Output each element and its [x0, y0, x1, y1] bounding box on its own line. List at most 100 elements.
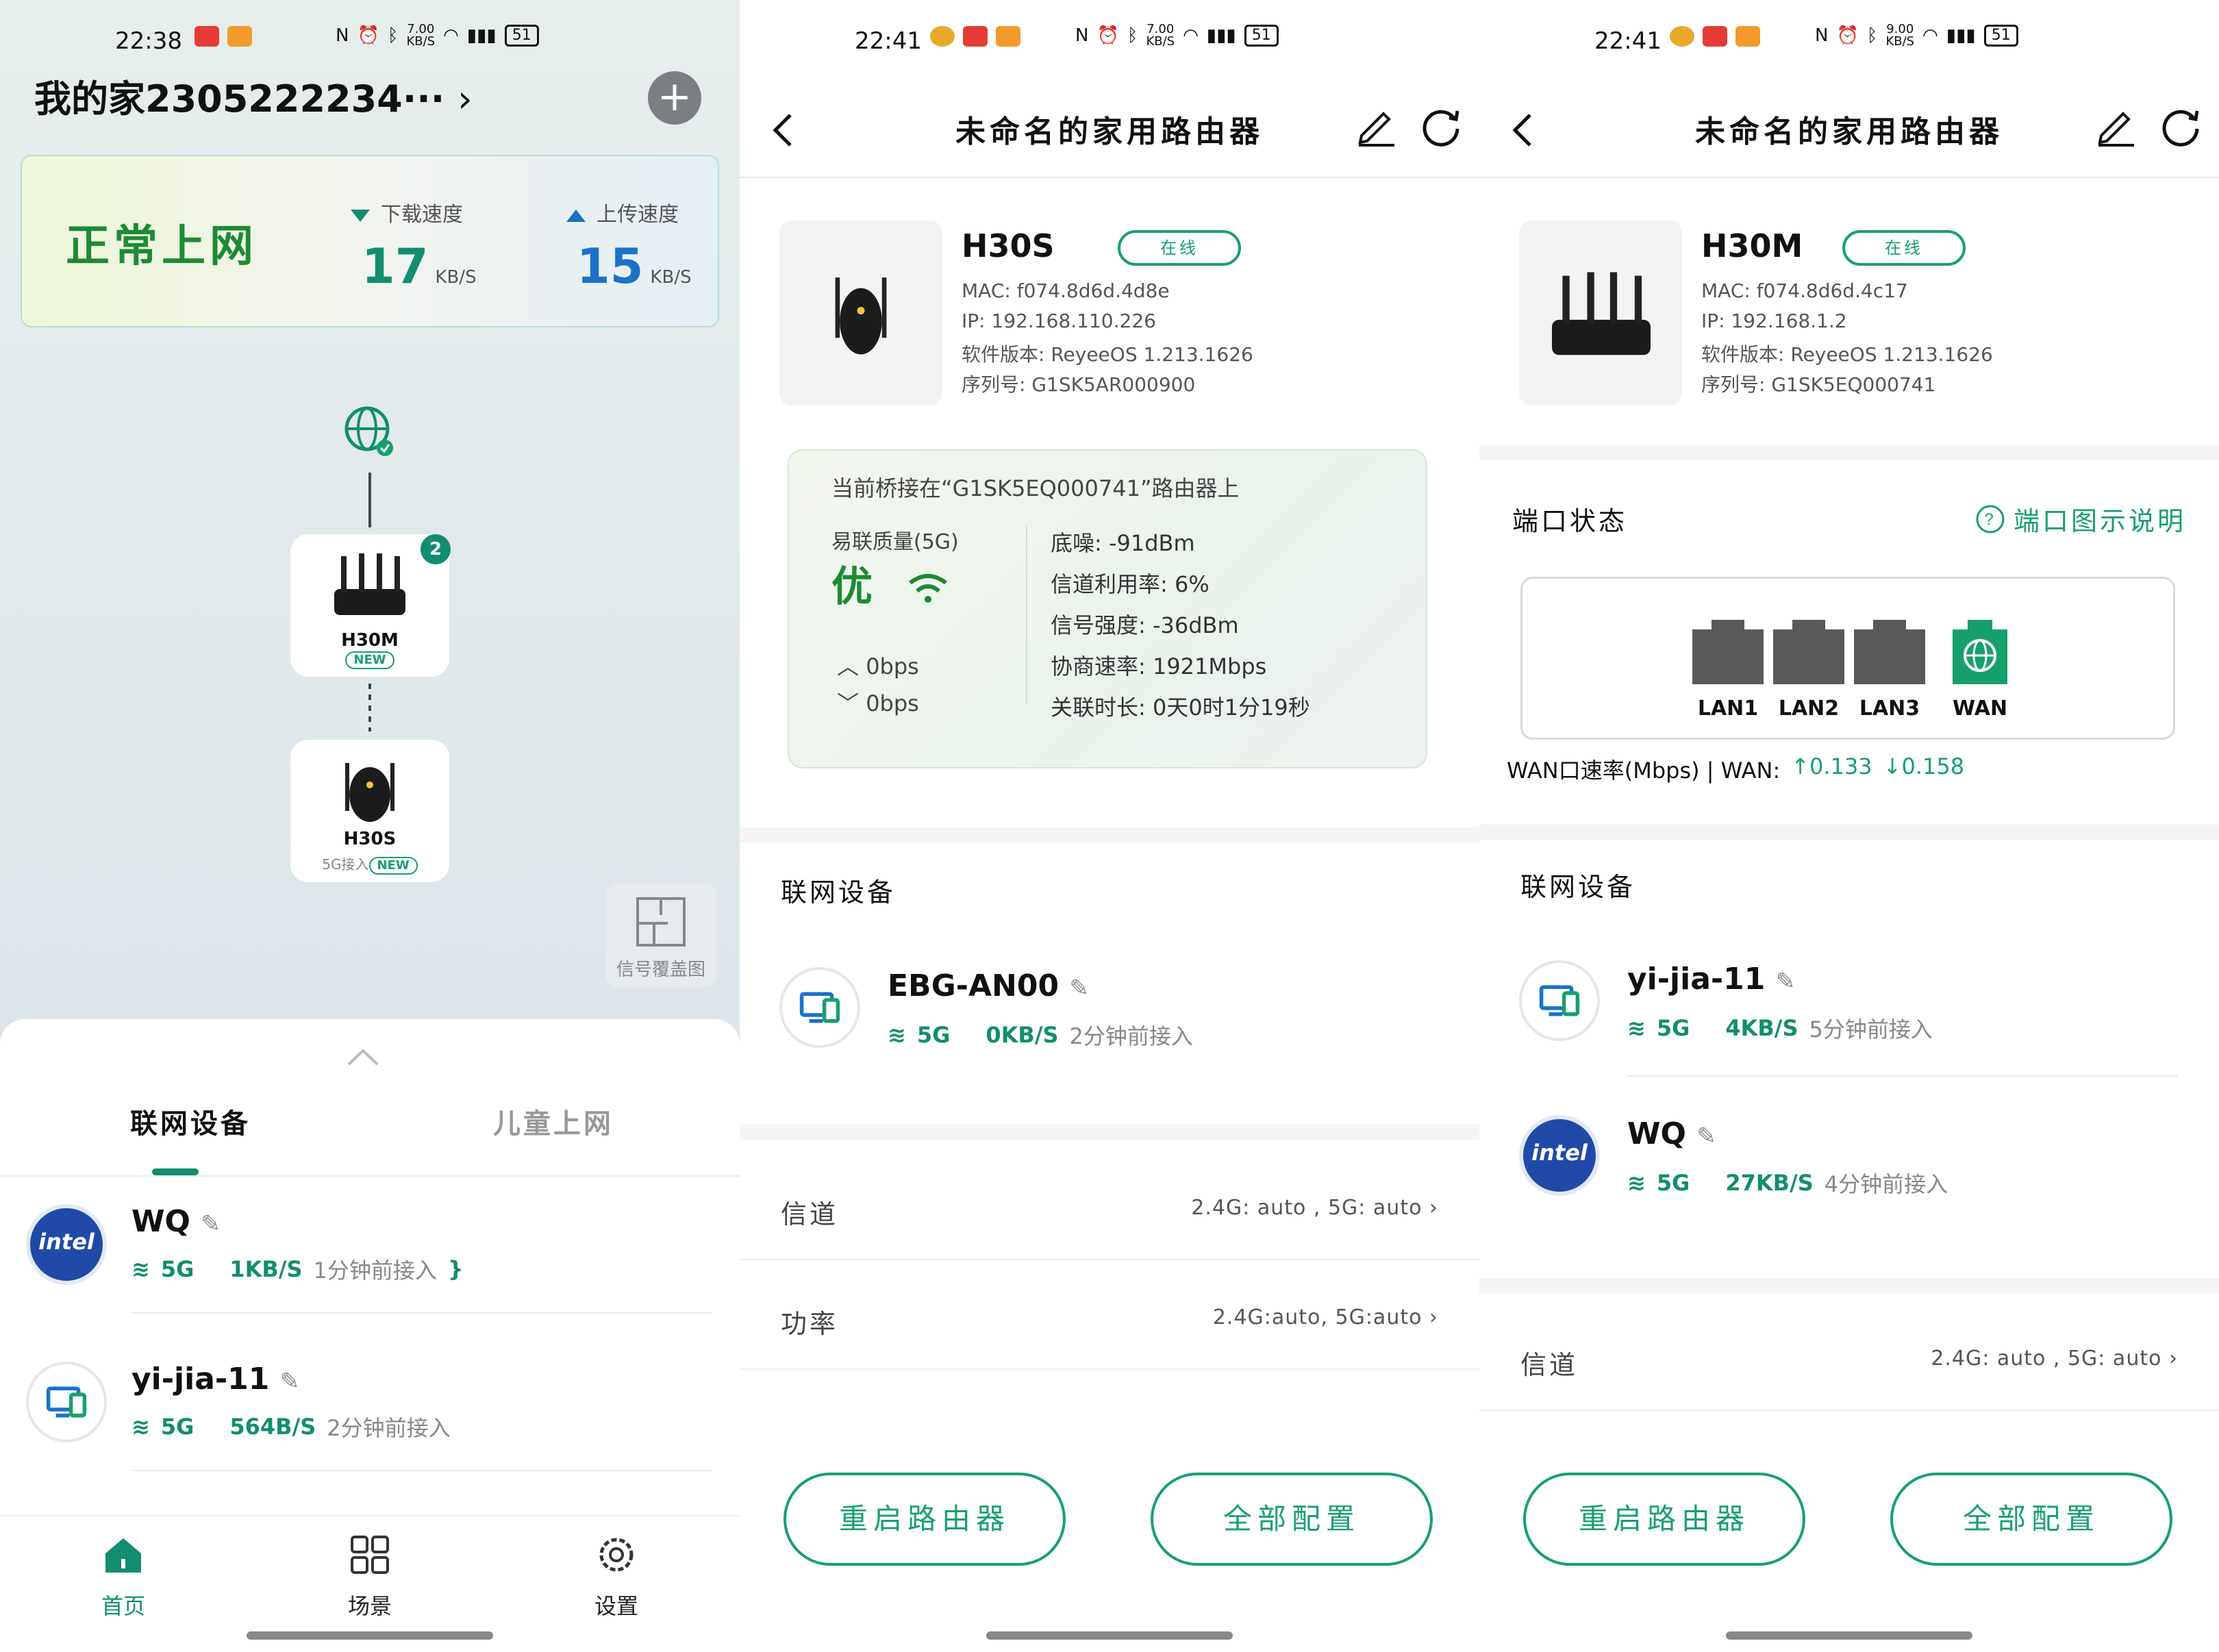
news-app-icon — [195, 26, 219, 47]
chevron-up-icon[interactable] — [346, 1047, 380, 1067]
device-item-wq[interactable]: intel WQ ✎ ≋ 5G 1KB/S 1分钟前接入 } — [0, 1182, 740, 1333]
downlink-rate-value: 0bps — [866, 690, 919, 716]
edit-pencil-icon[interactable]: ✎ — [1696, 1123, 1716, 1150]
pc-avatar — [779, 967, 860, 1048]
wan-port-globe-icon — [1953, 620, 2007, 684]
tab-connected-devices[interactable]: 联网设备 — [130, 1101, 251, 1141]
edit-pencil-icon[interactable]: ✎ — [1776, 968, 1796, 995]
ethernet-port-icon — [1773, 620, 1844, 684]
full-config-button[interactable]: 全部配置 — [1151, 1473, 1433, 1566]
power-row[interactable]: 功率 2.4G:auto, 5G:auto › — [740, 1267, 1479, 1370]
port-lan1[interactable]: LAN1 — [1692, 620, 1764, 721]
status-bar: 22:38 N ⏰ ᛒ 7.00 KB/S ◠ ▮▮▮ 51 — [0, 21, 740, 68]
refresh-icon[interactable] — [1419, 104, 1463, 148]
device-item-yijia[interactable]: yi-jia-11 ✎ ≋ 5G 4KB/S 5分钟前接入 — [1479, 941, 2219, 1092]
device-item-wq[interactable]: intel WQ ✎ ≋ 5G 27KB/S 4分钟前接入 — [1479, 1096, 2219, 1247]
device-model: H30M — [1701, 227, 1803, 264]
wifi-icon: ≋ — [131, 1256, 150, 1282]
device-item-yijia[interactable]: yi-jia-11 ✎ ≋ 5G 564B/S 2分钟前接入 — [0, 1340, 740, 1490]
port-label: LAN3 — [1859, 697, 1920, 721]
router-image — [1519, 221, 1682, 405]
nav-home[interactable]: 首页 — [62, 1533, 185, 1620]
refresh-icon[interactable] — [2159, 104, 2203, 148]
divider — [131, 1470, 712, 1471]
port-help-link[interactable]: ? 端口图示说明 — [1975, 500, 2186, 538]
reboot-router-button[interactable]: 重启路由器 — [783, 1473, 1066, 1566]
device-meta: ≋ 5G 4KB/S 5分钟前接入 — [1627, 1012, 1933, 1044]
node-sub: NEW — [290, 651, 449, 669]
signal-icon: ▮▮▮ — [466, 25, 497, 46]
nav-scene-label: 场景 — [347, 1593, 392, 1619]
edit-pencil-icon[interactable] — [2094, 104, 2138, 148]
news-app-icon — [1703, 26, 1727, 47]
signal-strength: 信号强度: -36dBm — [1051, 612, 1239, 638]
pc-icon — [799, 992, 840, 1023]
home-title[interactable]: 我的家2305222234··· › — [34, 68, 473, 123]
app-header: 未命名的家用路由器 — [740, 82, 1479, 178]
intel-avatar: intel — [1519, 1115, 1600, 1196]
tab-kids-online[interactable]: 儿童上网 — [493, 1101, 614, 1141]
row-label: 信道 — [1520, 1350, 1579, 1380]
device-band: 5G — [1656, 1015, 1690, 1041]
edit-pencil-icon[interactable]: ✎ — [280, 1368, 300, 1395]
internet-globe-icon[interactable] — [342, 404, 397, 459]
sheet-tabs: 联网设备 儿童上网 — [0, 1101, 740, 1170]
weibo-icon — [930, 26, 955, 47]
channel-row[interactable]: 信道 2.4G: auto , 5G: auto › — [740, 1157, 1479, 1260]
home-screen: 22:38 N ⏰ ᛒ 7.00 KB/S ◠ ▮▮▮ 51 我的家2305222… — [0, 0, 740, 1652]
edit-pencil-icon[interactable] — [1355, 104, 1399, 148]
downlink-rate: ﹀ 0bps — [837, 686, 919, 718]
device-speed: 27KB/S — [1725, 1170, 1814, 1196]
app-header: 未命名的家用路由器 — [1479, 82, 2219, 178]
device-firmware: 软件版本: ReyeeOS 1.213.1626 — [962, 343, 1253, 366]
nav-settings[interactable]: 设置 — [555, 1533, 678, 1620]
topology-link — [368, 473, 371, 527]
device-name: WQ ✎ — [1627, 1116, 1716, 1151]
new-badge: NEW — [368, 857, 418, 875]
chevron-right-icon: › — [2169, 1347, 2178, 1371]
device-item-ebg[interactable]: EBG-AN00 ✎ ≋ 5G 0KB/S 2分钟前接入 — [740, 948, 1479, 1099]
status-bar: 22:41 N ⏰ ᛒ 7.00 KB/S ◠ ▮▮▮ 51 — [740, 21, 1479, 68]
wifi-icon: ◠ — [1922, 25, 1938, 46]
bluetooth-icon: ᛒ — [387, 25, 399, 46]
battery-icon: 51 — [1983, 25, 2018, 47]
device-time: 5分钟前接入 — [1809, 1016, 1933, 1042]
row-value: 2.4G: auto , 5G: auto › — [1191, 1196, 1438, 1220]
section-separator — [1479, 1278, 2219, 1293]
port-lan2[interactable]: LAN2 — [1773, 620, 1844, 721]
download-speed: 17 KB/S — [362, 238, 477, 295]
network-status: 正常上网 — [66, 221, 258, 272]
device-name-text: EBG-AN00 — [888, 968, 1060, 1003]
node-sub: 5G接入 NEW — [290, 853, 449, 875]
app-icon — [996, 26, 1020, 47]
edit-pencil-icon[interactable]: ✎ — [201, 1210, 221, 1238]
edit-pencil-icon[interactable]: ✎ — [1069, 975, 1089, 1002]
reboot-router-button[interactable]: 重启路由器 — [1523, 1473, 1805, 1566]
status-bar: 22:41 N ⏰ ᛒ 9.00 KB/S ◠ ▮▮▮ 51 — [1479, 21, 2219, 68]
divider — [131, 1312, 712, 1314]
add-button[interactable]: + — [648, 71, 701, 125]
net-speed-unit: KB/S — [1146, 34, 1175, 49]
section-separator — [740, 827, 1479, 842]
channel-row[interactable]: 信道 2.4G: auto , 5G: auto › — [1479, 1308, 2219, 1411]
port-wan[interactable]: WAN — [1953, 620, 2007, 721]
topology-node-h30m[interactable]: 2 H30M NEW — [290, 534, 451, 677]
chevron-right-icon: › — [1429, 1196, 1438, 1220]
signal-coverage-button[interactable]: 信号覆盖图 — [605, 884, 716, 988]
chevron-right-icon: › — [1429, 1305, 1438, 1329]
port-lan3[interactable]: LAN3 — [1854, 620, 1925, 721]
network-status-card[interactable]: 正常上网 下载速度 17 KB/S 上传速度 15 KB/S — [21, 155, 719, 327]
upload-unit: KB/S — [650, 267, 692, 288]
bottom-nav: 首页 场景 设置 — [0, 1515, 740, 1652]
full-config-button[interactable]: 全部配置 — [1890, 1473, 2172, 1566]
device-ip: IP: 192.168.110.226 — [962, 310, 1156, 332]
port-label: WAN — [1953, 697, 2008, 721]
nav-scene[interactable]: 场景 — [308, 1533, 431, 1620]
device-info: H30S 在线 MAC: f074.8d6d.4d8e IP: 192.168.… — [779, 221, 1452, 412]
bottom-sheet: 联网设备 儿童上网 intel WQ ✎ ≋ 5G 1KB/S 1分钟前接入 } … — [0, 1019, 740, 1652]
new-badge: NEW — [345, 651, 394, 669]
net-speed: 7.00 KB/S — [1146, 23, 1175, 48]
negotiated-rate: 协商速率: 1921Mbps — [1051, 653, 1267, 679]
intel-avatar: intel — [26, 1204, 107, 1285]
topology-node-h30s[interactable]: H30S 5G接入 NEW — [290, 740, 449, 882]
